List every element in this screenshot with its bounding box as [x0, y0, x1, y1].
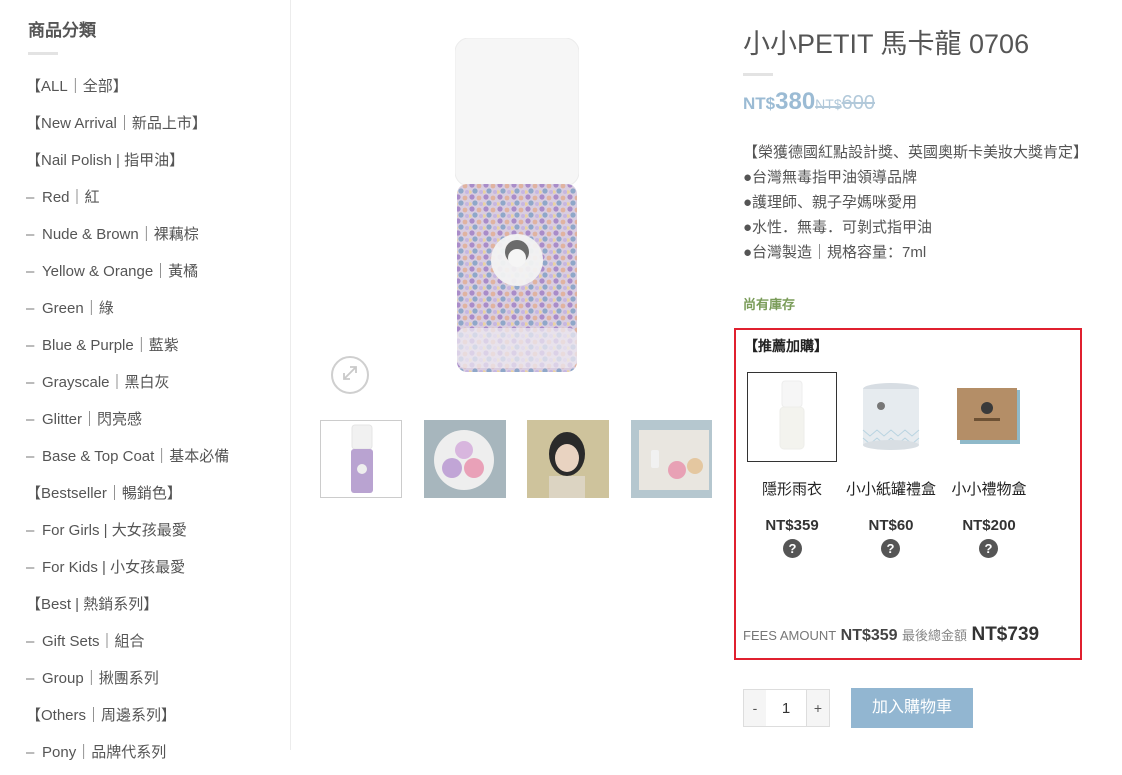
- category-label[interactable]: 【ALL｜全部】: [26, 78, 128, 95]
- category-label[interactable]: For Kids | 小女孩最愛: [42, 559, 185, 576]
- subcategory-dash: –: [26, 448, 35, 465]
- fees-summary: FEES AMOUNT NT$359 最後總金額 NT$739: [743, 624, 1039, 646]
- subcategory-dash: –: [26, 522, 35, 539]
- addon-name[interactable]: 小小禮物盒: [934, 478, 1044, 499]
- expand-icon: [343, 366, 357, 380]
- sidebar-divider: [28, 52, 58, 55]
- zoom-button[interactable]: [331, 356, 369, 394]
- product-thumbnail-3[interactable]: [527, 420, 609, 498]
- subcategory-dash: –: [26, 559, 35, 576]
- addon-image-invisible-raincoat[interactable]: [747, 372, 837, 462]
- sidebar-category-item[interactable]: – Nude & Brown｜裸藕棕: [26, 220, 229, 257]
- category-label[interactable]: Green｜綠: [42, 300, 114, 317]
- product-main-image[interactable]: [454, 37, 580, 372]
- subcategory-dash: –: [26, 633, 35, 650]
- addon-name[interactable]: 小小紙罐禮盒: [836, 478, 946, 499]
- addon-name[interactable]: 隱形雨衣: [737, 478, 847, 499]
- category-label[interactable]: Red｜紅: [42, 189, 100, 206]
- subcategory-dash: –: [26, 374, 35, 391]
- sidebar-category-item[interactable]: – Pony｜品牌代系列: [26, 738, 229, 775]
- description-line: 【榮獲德國紅點設計獎、英國奧斯卡美妝大獎肯定】: [743, 144, 1089, 161]
- subcategory-dash: –: [26, 189, 35, 206]
- quantity-input[interactable]: [766, 689, 806, 727]
- sidebar-category-item[interactable]: – Blue & Purple｜藍紫: [26, 331, 229, 368]
- category-label[interactable]: Glitter｜閃亮感: [42, 411, 142, 428]
- description-line: ●台灣無毒指甲油領導品牌: [743, 169, 918, 186]
- original-price: NT$600: [815, 92, 875, 114]
- category-label[interactable]: 【Best | 熱銷系列】: [26, 596, 158, 613]
- title-divider: [743, 73, 773, 76]
- category-label[interactable]: Blue & Purple｜藍紫: [42, 337, 179, 354]
- category-label[interactable]: 【Others｜周邊系列】: [26, 707, 176, 724]
- product-price: NT$380NT$600: [743, 88, 875, 116]
- category-label[interactable]: 【Bestseller｜暢銷色】: [26, 485, 182, 502]
- sidebar-category-item[interactable]: 【New Arrival｜新品上市】: [26, 109, 229, 146]
- question-icon[interactable]: ?: [979, 539, 998, 558]
- category-label[interactable]: Group｜揪團系列: [42, 670, 159, 687]
- category-label[interactable]: Gift Sets｜組合: [42, 633, 145, 650]
- category-label[interactable]: Pony｜品牌代系列: [42, 744, 166, 761]
- sidebar-category-item[interactable]: – Green｜綠: [26, 294, 229, 331]
- subcategory-dash: –: [26, 744, 35, 761]
- product-thumbnail-2[interactable]: [424, 420, 506, 498]
- product-description: 【榮獲德國紅點設計獎、英國奧斯卡美妝大獎肯定】 ●台灣無毒指甲油領導品牌 ●護理…: [743, 140, 1088, 265]
- addon-price: NT$359: [765, 517, 819, 534]
- quantity-plus-button[interactable]: +: [806, 689, 830, 727]
- description-line: ●護理師、親子孕媽咪愛用: [743, 194, 918, 211]
- quantity-minus-button[interactable]: -: [743, 689, 767, 727]
- product-title: 小小PETIT 馬卡龍 0706: [743, 29, 1030, 59]
- description-line: ●台灣製造｜規格容量：7ml: [743, 244, 927, 261]
- subcategory-dash: –: [26, 411, 35, 428]
- question-icon[interactable]: ?: [881, 539, 900, 558]
- subcategory-dash: –: [26, 263, 35, 280]
- sale-price: 380: [775, 88, 816, 115]
- category-sidebar: 商品分類 【ALL｜全部】【New Arrival｜新品上市】 【Nail Pol…: [0, 0, 291, 761]
- addon-price: NT$200: [962, 517, 1016, 534]
- description-line: ●水性．無毒．可剝式指甲油: [743, 219, 933, 236]
- sidebar-category-item[interactable]: – Yellow & Orange｜黃橘: [26, 257, 229, 294]
- add-to-cart-button[interactable]: 加入購物車: [851, 688, 973, 728]
- total-label: 最後總金額: [902, 628, 968, 643]
- price-currency: NT$: [743, 94, 776, 113]
- sidebar-category-item[interactable]: – Base & Top Coat｜基本必備: [26, 442, 229, 479]
- sidebar-category-item[interactable]: – For Girls | 大女孩最愛: [26, 516, 229, 553]
- subcategory-dash: –: [26, 300, 35, 317]
- category-label[interactable]: 【New Arrival｜新品上市】: [26, 115, 207, 132]
- sidebar-category-item[interactable]: – Red｜紅: [26, 183, 229, 220]
- category-label[interactable]: Yellow & Orange｜黃橘: [42, 263, 198, 280]
- category-label[interactable]: Grayscale｜黑白灰: [42, 374, 170, 391]
- stock-status: 尚有庫存: [743, 297, 796, 312]
- product-thumbnail-1[interactable]: [320, 420, 402, 498]
- sidebar-category-item[interactable]: 【Bestseller｜暢銷色】: [26, 479, 229, 516]
- sidebar-category-item[interactable]: – Group｜揪團系列: [26, 664, 229, 701]
- sidebar-category-item[interactable]: – For Kids | 小女孩最愛: [26, 553, 229, 590]
- category-list: 【ALL｜全部】【New Arrival｜新品上市】 【Nail Polish |…: [26, 72, 229, 775]
- sidebar-category-item[interactable]: 【Best | 熱銷系列】: [26, 590, 229, 627]
- sidebar-category-item[interactable]: – Gift Sets｜組合: [26, 627, 229, 664]
- sidebar-category-item[interactable]: 【ALL｜全部】: [26, 72, 229, 109]
- fees-label: FEES AMOUNT: [743, 628, 837, 643]
- total-value: NT$739: [971, 624, 1040, 645]
- addon-image-paper-can-gift[interactable]: [846, 372, 936, 462]
- recommend-title: 【推薦加購】: [744, 338, 828, 354]
- sidebar-category-item[interactable]: 【Others｜周邊系列】: [26, 701, 229, 738]
- subcategory-dash: –: [26, 226, 35, 243]
- original-price-currency: NT$: [815, 96, 842, 112]
- category-label[interactable]: Nude & Brown｜裸藕棕: [42, 226, 199, 243]
- subcategory-dash: –: [26, 670, 35, 687]
- fees-value: NT$359: [840, 627, 898, 644]
- question-icon[interactable]: ?: [783, 539, 802, 558]
- product-thumbnail-4[interactable]: [631, 420, 712, 498]
- original-price-value: 600: [841, 92, 875, 114]
- sidebar-category-item[interactable]: 【Nail Polish | 指甲油】: [26, 146, 229, 183]
- category-label[interactable]: 【Nail Polish | 指甲油】: [26, 152, 184, 169]
- sidebar-category-item[interactable]: – Grayscale｜黑白灰: [26, 368, 229, 405]
- addon-price: NT$60: [868, 517, 914, 534]
- category-label[interactable]: For Girls | 大女孩最愛: [42, 522, 187, 539]
- addon-image-gift-box[interactable]: [944, 372, 1034, 462]
- subcategory-dash: –: [26, 337, 35, 354]
- sidebar-category-item[interactable]: – Glitter｜閃亮感: [26, 405, 229, 442]
- category-label[interactable]: Base & Top Coat｜基本必備: [42, 448, 229, 465]
- sidebar-title: 商品分類: [28, 21, 96, 40]
